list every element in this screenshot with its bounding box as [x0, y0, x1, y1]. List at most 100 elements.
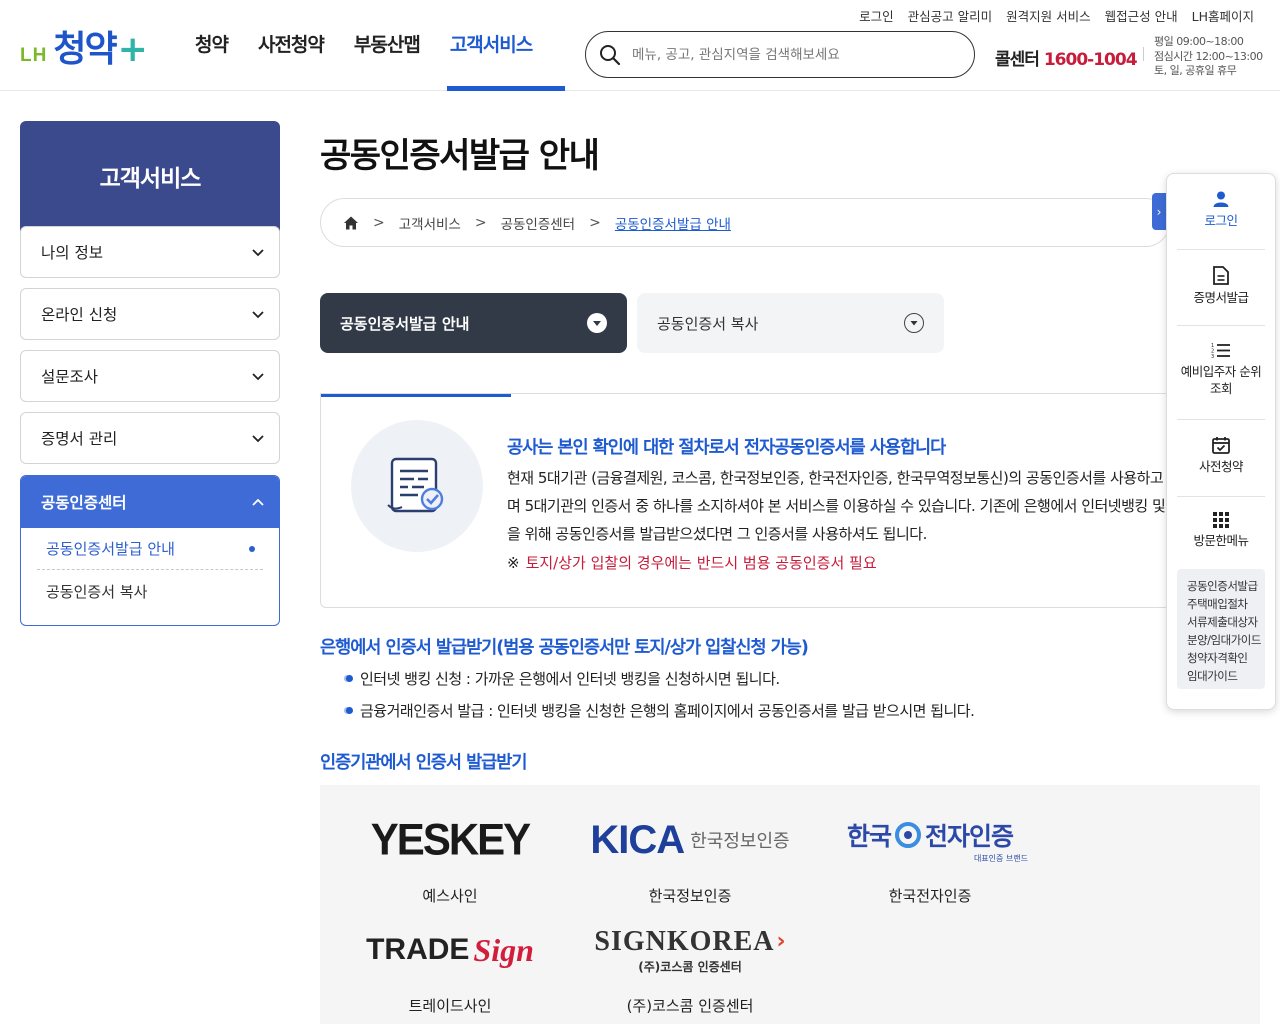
breadcrumb-item[interactable]: 공동인증센터 [501, 213, 576, 233]
chevron-right-icon: › [1156, 204, 1162, 219]
quick-label: 증명서발급 [1193, 290, 1249, 305]
agency-name: 예스사인 [422, 887, 478, 905]
quick-certificate[interactable]: 증명서발급 [1177, 266, 1265, 306]
search-box [585, 31, 975, 78]
util-lh-home-link[interactable]: LH홈페이지 [1192, 6, 1254, 25]
logo-plus: + [117, 29, 148, 70]
header: 로그인 관심공고 알리미 원격지원 서비스 웹접근성 안내 LH홈페이지 LH … [0, 0, 1280, 91]
gnb-item-customer-service[interactable]: 고객서비스 [450, 30, 533, 57]
agency-section-title: 인증기관에서 인증서 발급받기 [320, 753, 527, 773]
util-alert-link[interactable]: 관심공고 알리미 [908, 6, 992, 25]
tab-cert-copy[interactable]: 공동인증서 복사 [637, 293, 944, 353]
agency-yessign[interactable]: YESKEY 예스사인 [340, 805, 560, 906]
breadcrumb-sep-icon: > [589, 214, 601, 231]
recent-menu-item[interactable]: 공동인증서발급 [1187, 577, 1265, 595]
lnb-item-my-info[interactable]: 나의 정보 [20, 226, 280, 278]
breadcrumb-item[interactable]: 고객서비스 [399, 213, 461, 233]
lnb-item-label: 온라인 신청 [41, 306, 118, 324]
breadcrumb-sep-icon: > [373, 214, 385, 231]
chevron-down-icon [252, 249, 264, 257]
callcenter-label: 콜센터 [995, 50, 1040, 70]
quick-login[interactable]: 로그인 [1177, 190, 1265, 229]
page-title: 공동인증서발급 안내 [320, 136, 600, 176]
breadcrumb: > 고객서비스 > 공동인증센터 > 공동인증서발급 안내 [320, 198, 1170, 247]
recent-menu-item[interactable]: 서류제출대상자 [1187, 613, 1265, 631]
bullet-dot-icon [346, 675, 353, 682]
lnb-title: 고객서비스 [20, 121, 280, 231]
gnb-active-indicator [447, 86, 565, 91]
chevron-down-circle-icon [587, 313, 607, 333]
gnb-item-pre-subscription[interactable]: 사전청약 [258, 30, 325, 57]
lnb-subitem-label: 공동인증서 복사 [46, 582, 148, 601]
callcenter: 콜센터 1600-1004 [995, 45, 1138, 70]
lnb-subitem-cert-issue[interactable]: 공동인증서발급 안내 [37, 528, 263, 570]
util-login-link[interactable]: 로그인 [859, 6, 894, 25]
tab-label: 공동인증서발급 안내 [340, 314, 470, 333]
agency-kica[interactable]: KICA 한국정보인증 한국정보인증 [580, 805, 800, 906]
lnb-item-label: 증명서 관리 [41, 430, 118, 448]
quick-divider [1177, 325, 1265, 326]
site-logo[interactable]: LH 청약 + [20, 20, 148, 72]
recent-menu-item[interactable]: 분양/임대가이드 [1187, 631, 1265, 649]
certificate-document-icon [351, 420, 483, 552]
bullet-dot-icon [346, 707, 353, 714]
gnb-item-real-estate-map[interactable]: 부동산맵 [354, 30, 421, 57]
recent-menu-item[interactable]: 주택매입절차 [1187, 595, 1265, 613]
logo-main: 청약 [53, 29, 117, 70]
lnb-item-label: 설문조사 [41, 368, 99, 386]
agency-name: (주)코스콤 인증센터 [626, 997, 754, 1015]
chevron-down-circle-icon [904, 313, 924, 333]
home-icon[interactable] [343, 215, 359, 231]
tab-cert-issue[interactable]: 공동인증서발급 안내 [320, 293, 627, 353]
quick-visited-menu[interactable]: 방문한메뉴 [1177, 512, 1265, 549]
lnb-item-survey[interactable]: 설문조사 [20, 350, 280, 402]
lnb-item-label: 나의 정보 [41, 244, 103, 262]
recent-menu-item[interactable]: 임대가이드 [1187, 667, 1265, 685]
quick-divider [1177, 419, 1265, 420]
list-icon: 123 [1177, 342, 1265, 359]
quick-pre-subscription[interactable]: 사전청약 [1177, 436, 1265, 475]
lnb-item-online-apply[interactable]: 온라인 신청 [20, 288, 280, 340]
bullet-text: 인터넷 뱅킹 신청 : 가까운 은행에서 인터넷 뱅킹을 신청하시면 됩니다. [360, 670, 780, 688]
tradesign-logo: TRADE Sign [366, 931, 534, 968]
utility-links: 로그인 관심공고 알리미 원격지원 서비스 웹접근성 안내 LH홈페이지 [859, 6, 1254, 25]
agency-crosscert[interactable]: 한국 전자인증 대표인증 브랜드 한국전자인증 [820, 805, 1040, 906]
info-box: 공사는 본인 확인에 대한 절차로서 전자공동인증서를 사용합니다 현재 5대기… [320, 393, 1220, 608]
quick-menu-toggle[interactable]: › [1152, 193, 1166, 230]
bank-bullet: 인터넷 뱅킹 신청 : 가까운 은행에서 인터넷 뱅킹을 신청하시면 됩니다. [346, 668, 780, 689]
quick-label: 방문한메뉴 [1193, 533, 1249, 548]
util-remote-link[interactable]: 원격지원 서비스 [1006, 6, 1090, 25]
search-icon[interactable] [598, 43, 622, 67]
recent-menu-item[interactable]: 청약자격확인 [1187, 649, 1265, 667]
lnb-subitem-cert-copy[interactable]: 공동인증서 복사 [37, 570, 263, 612]
quick-label: 사전청약 [1198, 459, 1244, 474]
util-accessibility-link[interactable]: 웹접근성 안내 [1105, 6, 1178, 25]
lnb-item-certificate-mgmt[interactable]: 증명서 관리 [20, 412, 280, 464]
agency-tradesign[interactable]: TRADE Sign 트레이드사인 [340, 915, 560, 1016]
info-note: ※ 토지/상가 입찰의 경우에는 반드시 범용 공동인증서 필요 [507, 552, 877, 573]
chevron-up-icon [252, 498, 264, 506]
lnb-submenu: 공동인증서발급 안내 공동인증서 복사 [21, 528, 279, 612]
crosscert-logo: 한국 전자인증 대표인증 브랜드 [846, 821, 1028, 863]
header-divider [1143, 47, 1144, 61]
quick-waitlist-rank[interactable]: 123 예비입주자 순위 조회 [1177, 342, 1265, 397]
yeskey-logo: YESKEY [370, 814, 531, 865]
breadcrumb-sep-icon: > [474, 214, 487, 231]
breadcrumb-current[interactable]: 공동인증서발급 안내 [615, 213, 731, 233]
note-mark: ※ [507, 554, 520, 572]
calendar-check-icon [1177, 436, 1265, 454]
chevron-down-icon [252, 373, 264, 381]
search-input[interactable] [632, 46, 952, 63]
agency-panel: YESKEY 예스사인 KICA 한국정보인증 한국정보인증 한국 전자인증 대… [320, 785, 1260, 1024]
kica-logo: KICA 한국정보인증 [590, 817, 790, 862]
recent-menu-list: 공동인증서발급 주택매입절차 서류제출대상자 분양/임대가이드 청약자격확인 임… [1177, 569, 1265, 689]
agency-name: 트레이드사인 [408, 997, 492, 1015]
bank-section-title: 은행에서 인증서 발급받기(범용 공동인증서만 토지/상가 입찰신청 가능) [320, 638, 809, 658]
lnb-group-cert-center: 공동인증센터 공동인증서발급 안내 공동인증서 복사 [20, 475, 280, 626]
agency-signkorea[interactable]: SIGNKOREA › (주)코스콤 인증센터 (주)코스콤 인증센터 [580, 915, 800, 1016]
quick-divider [1177, 496, 1265, 497]
gnb-item-subscription[interactable]: 청약 [195, 30, 229, 57]
user-icon [1177, 190, 1265, 208]
lnb-item-cert-center[interactable]: 공동인증센터 [21, 476, 279, 528]
quick-divider [1177, 249, 1265, 250]
